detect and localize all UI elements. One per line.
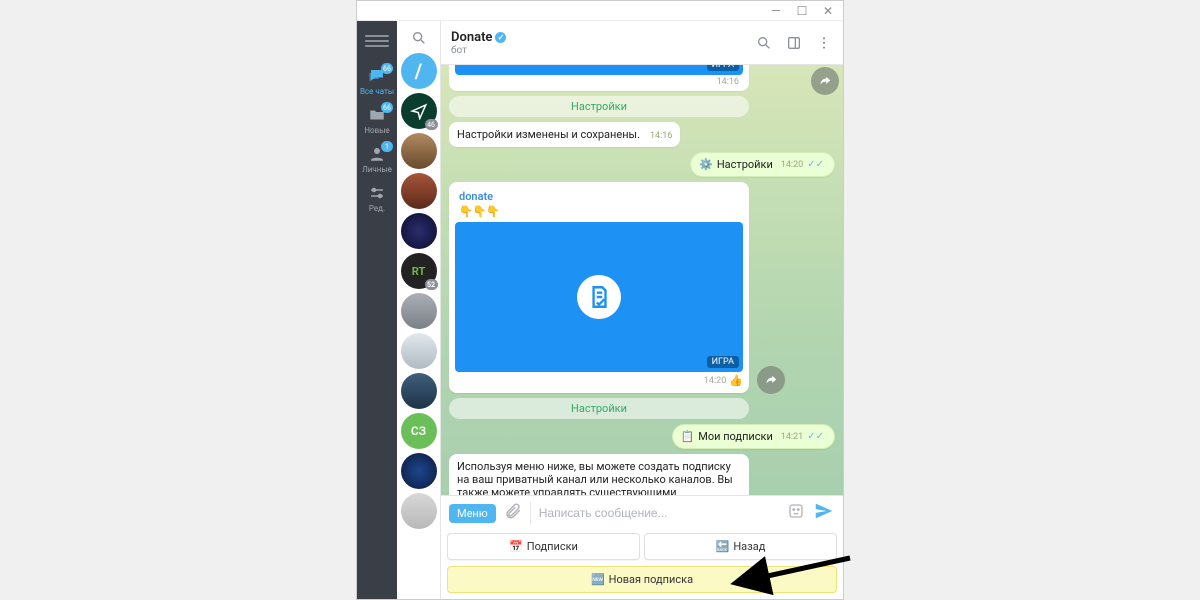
inline-button-settings[interactable]: Настройки (449, 96, 749, 117)
chat-header: Donate ✓ бот (441, 21, 843, 65)
search-icon[interactable] (410, 29, 428, 47)
sidebar-toggle-icon[interactable] (785, 34, 803, 52)
gear-icon: ⚙️ (699, 158, 713, 171)
folder-label: Все чаты (360, 87, 394, 96)
chat-avatar[interactable] (401, 293, 437, 329)
folder-badge: 1 (381, 141, 393, 152)
message-time: 14:16 (650, 131, 672, 141)
app-window: — ☐ ✕ 66 Все чаты 66 Новые (356, 0, 844, 600)
message-time: 14:21 (781, 432, 803, 442)
window-maximize-button[interactable]: ☐ (795, 4, 809, 18)
game-tag: ИГРА (707, 356, 739, 368)
more-menu-icon[interactable] (815, 34, 833, 52)
message-card-donate: donate 👇👇👇 ИГРА 14:20👍 (449, 182, 749, 393)
emoji-icon[interactable] (787, 502, 805, 524)
folder-label: Личные (362, 165, 392, 174)
folder-edit[interactable]: Ред. (367, 184, 387, 213)
forward-button[interactable] (811, 67, 839, 95)
chat-avatar[interactable] (401, 173, 437, 209)
chat-avatar[interactable]: СЗ (401, 413, 437, 449)
chat-subtitle: бот (451, 45, 506, 56)
window-close-button[interactable]: ✕ (821, 4, 835, 18)
chat-avatar[interactable] (401, 453, 437, 489)
search-in-chat-icon[interactable] (755, 34, 773, 52)
folders-sidebar: 66 Все чаты 66 Новые 1 Личные (357, 21, 397, 599)
chat-title[interactable]: Donate ✓ (451, 30, 506, 45)
read-ticks-icon: ✓✓ (807, 431, 824, 442)
game-tag: ИГРА (707, 65, 739, 71)
chat-bubble-icon: 66 (367, 67, 387, 85)
message-card-cut: ИГРА 14:16 (449, 65, 749, 91)
folder-icon: 66 (367, 106, 387, 124)
chat-avatar[interactable] (401, 133, 437, 169)
read-ticks-icon: ✓✓ (807, 159, 824, 170)
verified-icon: ✓ (495, 32, 506, 43)
sliders-icon (367, 184, 387, 202)
back-icon: 🔙 (716, 540, 730, 553)
thumbs-up-icon[interactable]: 👍 (729, 374, 743, 387)
chat-avatar[interactable]: 46 (401, 93, 437, 129)
chat-avatar[interactable]: RT52 (401, 253, 437, 289)
window-titlebar: — ☐ ✕ (357, 1, 843, 21)
list-icon: 📋 (681, 430, 695, 443)
send-button[interactable] (813, 500, 835, 526)
message-input[interactable] (539, 506, 779, 520)
chat-avatar[interactable] (401, 373, 437, 409)
message-text: Используя меню ниже, вы можете создать п… (457, 460, 733, 495)
folder-label: Ред. (369, 204, 385, 213)
inline-button-settings[interactable]: Настройки (449, 398, 749, 419)
menu-hamburger-icon[interactable] (365, 29, 389, 53)
user-icon: 1 (367, 145, 387, 163)
kb-button-back[interactable]: 🔙Назад (644, 533, 837, 560)
chat-avatar[interactable] (401, 213, 437, 249)
messages-area[interactable]: ИГРА 14:16 Настройки Настройки изменены … (441, 65, 843, 495)
message-text: Настройки (717, 158, 773, 171)
message-time: 14:16 (455, 75, 743, 87)
chat-column: Donate ✓ бот ИГРА 14:16 Настройки (441, 21, 843, 599)
chat-avatar-active[interactable]: / (401, 53, 437, 89)
new-icon: 🆕 (591, 573, 605, 586)
avatar-badge: 52 (425, 279, 438, 290)
chat-avatar[interactable] (401, 493, 437, 529)
forward-button[interactable] (757, 366, 785, 394)
message-text: Настройки изменены и сохранены. (457, 128, 640, 141)
message-text: Мои подписки (698, 430, 773, 443)
message-out: ⚙️ Настройки 14:20 ✓✓ (690, 152, 835, 177)
folder-personal[interactable]: 1 Личные (362, 145, 392, 174)
attach-icon[interactable] (504, 502, 522, 524)
message-meta: 14:20👍 (455, 372, 743, 387)
message-time: 14:20 (781, 160, 803, 170)
message-in: Используя меню ниже, вы можете создать п… (449, 454, 749, 495)
avatar-badge: 46 (425, 119, 438, 130)
message-in: Настройки изменены и сохранены. 14:16 (449, 122, 680, 147)
folder-label: Новые (364, 126, 389, 135)
kb-button-new-subscription[interactable]: 🆕Новая подписка (447, 566, 837, 593)
folder-badge: 66 (381, 102, 393, 113)
folder-all-chats[interactable]: 66 Все чаты (360, 67, 394, 96)
kb-button-subscriptions[interactable]: 📅Подписки (447, 533, 640, 560)
chat-avatar[interactable] (401, 333, 437, 369)
calendar-icon: 📅 (509, 540, 523, 553)
card-header: donate (455, 188, 743, 203)
folder-new[interactable]: 66 Новые (364, 106, 389, 135)
bot-menu-button[interactable]: Меню (449, 504, 496, 523)
folder-badge: 66 (381, 63, 393, 74)
window-minimize-button[interactable]: — (769, 4, 783, 18)
document-check-icon (577, 275, 621, 319)
game-preview-image[interactable]: ИГРА (455, 65, 743, 75)
composer: Меню 📅Подписки 🔙Назад 🆕Новая подписка (441, 495, 843, 599)
card-pointers: 👇👇👇 (455, 203, 743, 222)
game-preview-image[interactable]: ИГРА (455, 222, 743, 372)
message-out: 📋 Мои подписки 14:21 ✓✓ (672, 424, 835, 449)
chat-list-strip: / 46 RT52 СЗ (397, 21, 441, 599)
